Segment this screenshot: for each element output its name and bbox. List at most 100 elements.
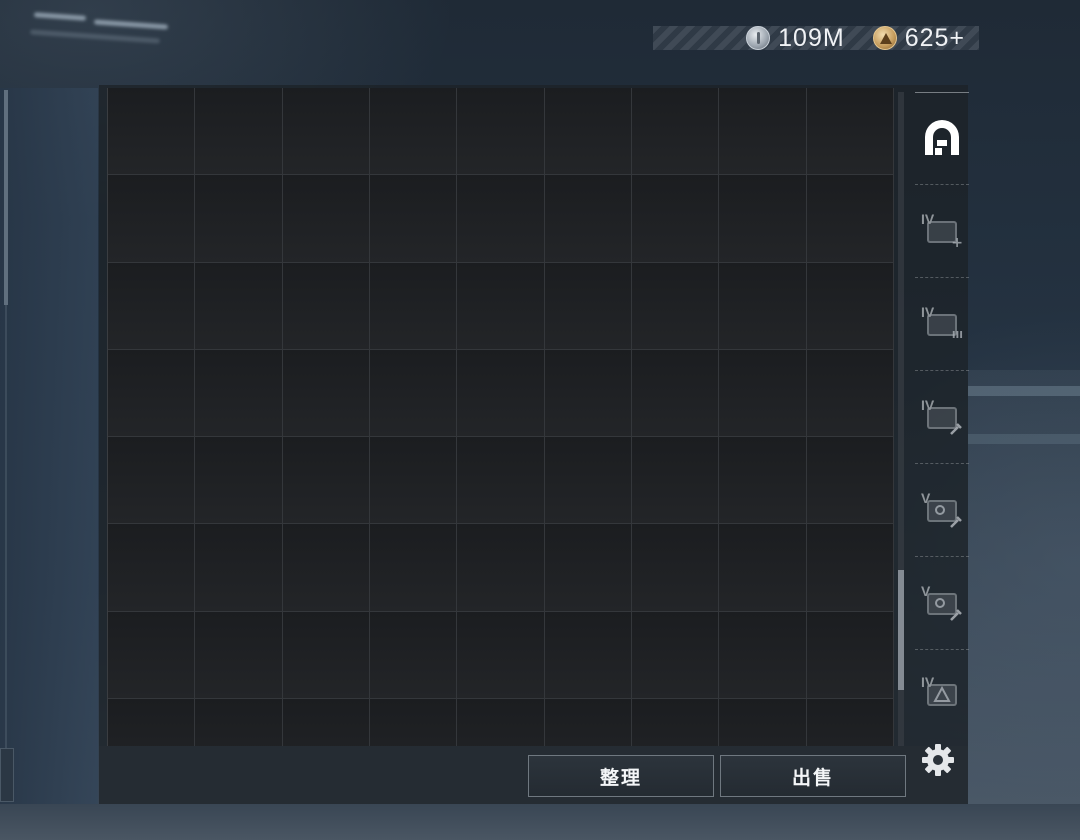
grid-cell[interactable]	[370, 262, 458, 350]
grid-cell[interactable]	[632, 437, 720, 525]
grid-cell[interactable]	[195, 611, 283, 700]
silver-amount: 109M	[778, 23, 845, 52]
grid-cell[interactable]	[544, 175, 632, 263]
grid-cell[interactable]	[370, 699, 458, 746]
grid-cell[interactable]	[457, 524, 545, 612]
tab-home[interactable]	[915, 92, 969, 184]
case-camera-icon: V	[921, 584, 963, 622]
grid-cell[interactable]	[195, 699, 283, 746]
grid-cell[interactable]	[370, 437, 458, 525]
grid-cell[interactable]	[719, 437, 807, 525]
background-machinery	[968, 370, 1080, 840]
grid-cell[interactable]	[195, 175, 283, 263]
grid-cell[interactable]	[719, 349, 807, 438]
grid-cell[interactable]	[108, 349, 196, 438]
grid-cell[interactable]	[108, 262, 196, 350]
grid-cell[interactable]	[544, 262, 632, 350]
grid-cell[interactable]	[108, 437, 196, 525]
grid-cell[interactable]	[719, 699, 807, 746]
tab-case-camera-1[interactable]: V	[915, 464, 969, 556]
tab-case-add[interactable]: IV +	[915, 185, 969, 277]
left-panel-tab[interactable]	[0, 748, 14, 802]
grid-cell[interactable]	[457, 611, 545, 700]
grid-cell[interactable]	[632, 88, 720, 176]
case-add-icon: IV +	[921, 211, 963, 251]
grid-cell[interactable]	[195, 349, 283, 438]
grid-cell[interactable]	[457, 437, 545, 525]
grid-cell[interactable]	[719, 524, 807, 612]
grid-cell[interactable]	[195, 524, 283, 612]
grid-cell[interactable]	[632, 349, 720, 438]
grid-cell[interactable]	[108, 611, 196, 700]
grid-cell[interactable]	[370, 349, 458, 438]
case-folder-icon: IV III	[921, 304, 963, 341]
grid-cell[interactable]	[544, 699, 632, 746]
gold-currency[interactable]: 625+	[872, 23, 965, 53]
grid-cell[interactable]	[370, 611, 458, 700]
grid-cell[interactable]	[457, 262, 545, 350]
grid-cell[interactable]	[370, 524, 458, 612]
grid-cell[interactable]	[544, 88, 632, 176]
grid-cell[interactable]	[806, 699, 894, 746]
grid-cell[interactable]	[108, 524, 196, 612]
grid-cell[interactable]	[457, 349, 545, 438]
silver-currency: 109M	[746, 24, 845, 53]
stash-grid[interactable]	[107, 88, 894, 746]
tab-case-triangle[interactable]: IV	[915, 650, 969, 738]
grid-cell[interactable]	[544, 524, 632, 612]
sell-button[interactable]: 出售	[720, 755, 906, 797]
tab-case-camera-2[interactable]: V	[915, 557, 969, 649]
case-tool-icon: IV	[921, 398, 963, 436]
grid-cell[interactable]	[195, 262, 283, 350]
grid-cell[interactable]	[370, 175, 458, 263]
grid-cell[interactable]	[282, 262, 370, 350]
grid-cell[interactable]	[370, 88, 458, 176]
grid-cell[interactable]	[544, 437, 632, 525]
grid-cell[interactable]	[632, 262, 720, 350]
grid-cell[interactable]	[457, 699, 545, 746]
grid-cell[interactable]	[282, 524, 370, 612]
grid-cell[interactable]	[282, 437, 370, 525]
grid-cell[interactable]	[544, 611, 632, 700]
grid-cell[interactable]	[806, 262, 894, 350]
background-pillar	[0, 88, 98, 804]
gear-icon[interactable]	[920, 742, 956, 778]
left-scrollbar-thumb[interactable]	[4, 90, 8, 305]
grid-cell[interactable]	[544, 349, 632, 438]
grid-cell[interactable]	[282, 349, 370, 438]
grid-cell[interactable]	[632, 611, 720, 700]
grid-cell[interactable]	[457, 175, 545, 263]
grid-cell[interactable]	[457, 88, 545, 176]
safe-box-icon	[925, 120, 959, 155]
grid-cell[interactable]	[806, 437, 894, 525]
grid-cell[interactable]	[806, 524, 894, 612]
grid-cell[interactable]	[282, 88, 370, 176]
grid-cell[interactable]	[806, 175, 894, 263]
grid-cell[interactable]	[632, 175, 720, 263]
grid-cell[interactable]	[108, 699, 196, 746]
grid-cell[interactable]	[719, 88, 807, 176]
grid-cell[interactable]	[632, 699, 720, 746]
grid-cell[interactable]	[719, 262, 807, 350]
grid-cell[interactable]	[806, 349, 894, 438]
grid-cell[interactable]	[108, 88, 196, 176]
grid-cell[interactable]	[806, 611, 894, 700]
grid-cell[interactable]	[282, 175, 370, 263]
tab-case-folder[interactable]: IV III	[915, 278, 969, 370]
gold-amount: 625+	[904, 23, 965, 52]
background-floor	[0, 804, 1080, 840]
grid-cell[interactable]	[282, 611, 370, 700]
grid-cell[interactable]	[806, 88, 894, 176]
tab-case-tool[interactable]: IV	[915, 371, 969, 463]
grid-cell[interactable]	[632, 524, 720, 612]
grid-cell[interactable]	[719, 611, 807, 700]
grid-scrollbar-thumb[interactable]	[898, 570, 904, 690]
sort-button[interactable]: 整理	[528, 755, 714, 797]
grid-cell[interactable]	[195, 88, 283, 176]
currency-bar: 109M 625+	[653, 23, 979, 53]
grid-scrollbar[interactable]	[898, 92, 904, 746]
grid-cell[interactable]	[719, 175, 807, 263]
grid-cell[interactable]	[282, 699, 370, 746]
grid-cell[interactable]	[108, 175, 196, 263]
grid-cell[interactable]	[195, 437, 283, 525]
